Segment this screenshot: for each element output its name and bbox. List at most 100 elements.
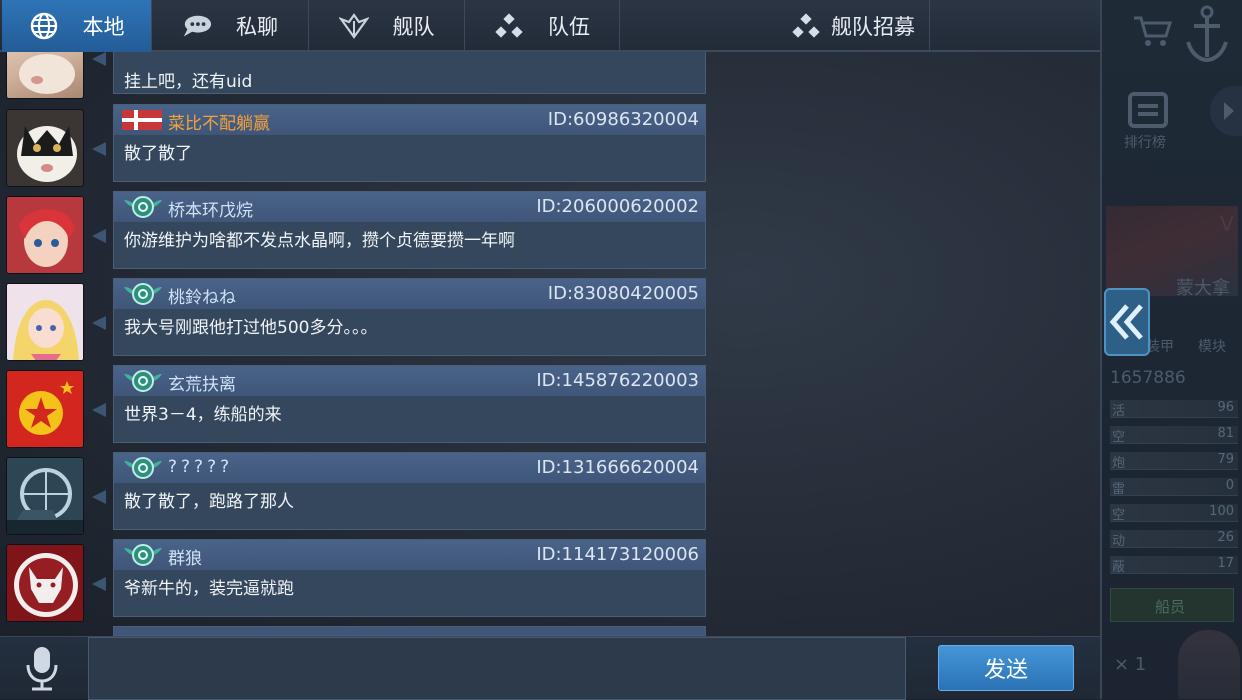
blonde-girl-avatar[interactable]	[6, 283, 84, 361]
tab-team[interactable]: 队伍	[465, 0, 620, 52]
tab-label: 队伍	[548, 15, 590, 39]
bubble-pointer	[92, 52, 106, 66]
username[interactable]: 玄荒扶离	[168, 370, 236, 395]
username[interactable]: 菜比不配躺赢	[168, 109, 270, 134]
tab-label: 私聊	[236, 15, 278, 39]
wings-badge	[120, 194, 166, 220]
stat-row: 蔽 17	[1110, 556, 1238, 575]
wolf-avatar[interactable]	[6, 544, 84, 622]
double-chevron-left-icon	[1109, 304, 1143, 340]
game-screen: 排行榜 V 蒙大拿 装甲 模块 1657886 活96 空81 炮79 雷0 空…	[0, 0, 1242, 700]
microphone-icon[interactable]	[22, 643, 62, 693]
combat-power: 1657886	[1110, 368, 1186, 388]
user-id: ID:60986320004	[547, 109, 699, 130]
captain-portrait	[1178, 630, 1240, 699]
chat-input-bar: 发送	[0, 636, 1100, 700]
anchor-icon	[1182, 4, 1232, 66]
bubble-pointer	[92, 142, 106, 156]
stat-row: 炮 79	[1110, 452, 1238, 471]
leaderboard-label: 排行榜	[1124, 135, 1166, 151]
wings-badge	[120, 455, 166, 481]
username[interactable]: ?????	[168, 457, 233, 477]
chat-message: 桃鈴ねね ID:83080420005 我大号刚跟他打过他500多分。。。	[0, 278, 710, 362]
user-id: ID:145876220003	[536, 370, 699, 391]
message-bubble: 挂上吧，还有uid	[113, 52, 706, 94]
ship-target-avatar[interactable]	[6, 457, 84, 535]
chat-message: 桥本环戊烷 ID:206000620002 你游维护为啥都不发点水晶啊，攒个贞德…	[0, 191, 710, 275]
wings-badge	[120, 281, 166, 307]
user-id: ID:131666620004	[536, 457, 699, 478]
message-text: 我大号刚跟他打过他500多分。。。	[124, 318, 378, 338]
team-dots-icon	[494, 11, 524, 41]
chat-message: 群狼 ID:114173120006 爷新牛的，装完逼就跑	[0, 539, 710, 623]
flag-badge	[120, 107, 166, 133]
tab-label: 舰队招募	[831, 15, 915, 39]
shop-cart-icon	[1132, 14, 1174, 48]
wings-badge	[120, 368, 166, 394]
fleet-wing-icon	[338, 11, 369, 41]
send-button[interactable]: 发送	[938, 645, 1074, 691]
message-bubble: 桃鈴ねね ID:83080420005 我大号刚跟他打过他500多分。。。	[113, 278, 706, 356]
message-header: 菜比不配躺赢 ID:60986320004	[114, 105, 705, 135]
message-bubble: ????? ID:131666620004 散了散了，跑路了那人	[113, 452, 706, 530]
message-header: 群狼 ID:114173120006	[114, 540, 705, 570]
message-bubble: 菜比不配躺赢 ID:60986320004 散了散了	[113, 104, 706, 182]
tab-local[interactable]: 本地	[2, 0, 152, 52]
stat-row: 活 96	[1110, 400, 1238, 419]
username[interactable]: 桃鈴ねね	[168, 283, 236, 308]
message-text: 散了散了，跑路了那人	[124, 492, 294, 512]
next-message-edge	[113, 626, 706, 636]
cat-avatar[interactable]	[6, 52, 84, 99]
tab-label: 舰队	[392, 15, 435, 39]
username[interactable]: 桥本环戊烷	[168, 196, 253, 221]
black-white-cat-avatar[interactable]	[6, 109, 84, 187]
message-header: ????? ID:131666620004	[114, 453, 705, 483]
bubble-pointer	[92, 316, 106, 330]
message-header: 桥本环戊烷 ID:206000620002	[114, 192, 705, 222]
chat-message: ????? ID:131666620004 散了散了，跑路了那人	[0, 452, 710, 536]
crew-label: 船员	[1155, 598, 1186, 616]
collapse-chat-button[interactable]	[1104, 288, 1150, 356]
stat-row: 动 26	[1110, 530, 1238, 549]
message-bubble: 玄荒扶离 ID:145876220003 世界3－4，练船的来	[113, 365, 706, 443]
stat-row: 空 100	[1110, 504, 1238, 523]
user-id: ID:83080420005	[547, 283, 699, 304]
tab-label: 本地	[82, 15, 125, 39]
multiplier-text: × 1	[1114, 654, 1147, 675]
tab-fleet-recruit[interactable]: 舰队招募	[620, 0, 930, 52]
message-bubble: 群狼 ID:114173120006 爷新牛的，装完逼就跑	[113, 539, 706, 617]
message-header: 桃鈴ねね ID:83080420005	[114, 279, 705, 309]
message-text: 爷新牛的，装完逼就跑	[124, 579, 294, 599]
crew-button: 船员	[1110, 588, 1234, 622]
chat-message: 玄荒扶离 ID:145876220003 世界3－4，练船的来	[0, 365, 710, 449]
star-emblem-avatar[interactable]	[6, 370, 84, 448]
chat-message-input[interactable]	[88, 637, 906, 700]
tab-fleet[interactable]: 舰队	[309, 0, 465, 52]
right-arrow-icon	[1210, 86, 1242, 136]
tab-private-chat[interactable]: 私聊	[152, 0, 309, 52]
module-tab: 模块	[1198, 339, 1226, 355]
message-header: 玄荒扶离 ID:145876220003	[114, 366, 705, 396]
team-dots-icon	[791, 11, 821, 41]
message-text: 世界3－4，练船的来	[124, 405, 282, 425]
globe-icon	[29, 11, 59, 41]
chat-tab-bar: 本地 私聊 舰队 队伍 舰队招募	[0, 0, 1100, 52]
message-bubble: 桥本环戊烷 ID:206000620002 你游维护为啥都不发点水晶啊，攒个贞德…	[113, 191, 706, 269]
chat-message-list[interactable]: 挂上吧，还有uid 菜比不配躺赢 ID:60986320004 散了散了 桥本环…	[0, 52, 710, 636]
ship-name: 蒙大拿	[1176, 278, 1230, 299]
message-text: 散了散了	[124, 144, 192, 164]
bubble-pointer	[92, 403, 106, 417]
message-text: 你游维护为啥都不发点水晶啊，攒个贞德要攒一年啊	[124, 231, 515, 251]
username[interactable]: 群狼	[168, 544, 202, 569]
wings-badge	[120, 542, 166, 568]
bubble-pointer	[92, 577, 106, 591]
stat-row: 空 81	[1110, 426, 1238, 445]
user-id: ID:206000620002	[536, 196, 699, 217]
chat-message: 菜比不配躺赢 ID:60986320004 散了散了	[0, 104, 710, 188]
armor-tab: 装甲	[1146, 339, 1174, 355]
user-id: ID:114173120006	[536, 544, 699, 565]
bubble-pointer	[92, 229, 106, 243]
bubble-pointer	[92, 490, 106, 504]
leaderboard-icon	[1124, 90, 1172, 130]
red-hair-girl-avatar[interactable]	[6, 196, 84, 274]
